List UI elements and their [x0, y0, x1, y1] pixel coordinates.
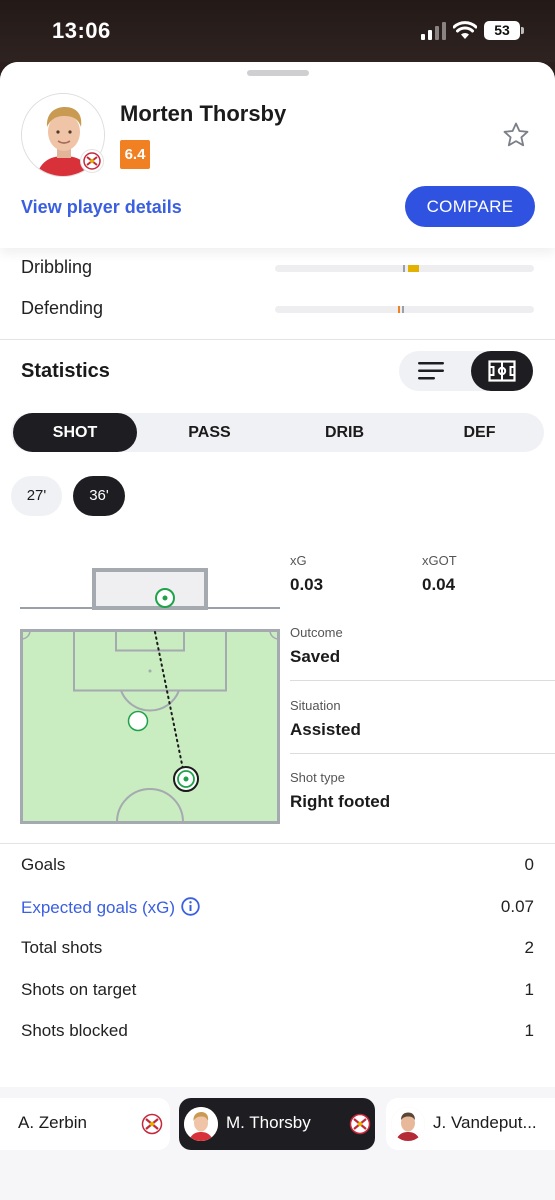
pitch-icon	[488, 360, 516, 382]
player-name: Morten Thorsby	[120, 101, 287, 126]
player-card-vandeputte[interactable]: J. Vandeput...	[386, 1098, 555, 1150]
club-badge-icon	[141, 1113, 163, 1135]
stat-row-goals: Goals 0	[0, 846, 555, 886]
section-divider	[0, 339, 555, 340]
xgot-label: xGOT	[422, 553, 457, 568]
player-card-name: M. Thorsby	[226, 1113, 311, 1132]
selected-shot-marker[interactable]	[173, 766, 199, 792]
stat-row-shots-blocked: Shots blocked 1	[0, 1012, 555, 1052]
situation-label: Situation	[290, 698, 341, 713]
tab-def[interactable]: DEF	[418, 413, 541, 452]
shot-type-block: Shot type Right footed	[290, 770, 390, 812]
player-card-avatar	[184, 1107, 218, 1141]
tab-pass[interactable]: PASS	[148, 413, 271, 452]
club-badge-icon	[349, 1113, 371, 1135]
stat-label: Shots on target	[21, 980, 137, 999]
sheet-grabber[interactable]	[247, 70, 309, 76]
shot-on-goal-marker	[155, 588, 175, 608]
pitch-view-button[interactable]	[471, 351, 533, 391]
attribute-label: Dribbling	[21, 257, 93, 277]
situation-block: Situation Assisted	[290, 698, 361, 740]
status-time: 13:06	[52, 18, 111, 43]
attribute-row-dribbling: Dribbling	[0, 248, 555, 288]
player-header: Morten Thorsby 6.4 View player details C…	[0, 62, 555, 248]
info-icon[interactable]	[181, 897, 200, 916]
info-divider	[290, 753, 555, 754]
shot-map-pitch	[20, 629, 280, 824]
player-rating-badge: 6.4	[120, 140, 150, 169]
stat-value: 1	[524, 980, 534, 999]
stat-row-expected-goals[interactable]: Expected goals (xG) 0.07	[0, 888, 555, 928]
xg-block: xG 0.03	[290, 553, 323, 595]
attribute-bar	[275, 265, 534, 272]
stat-row-shots-on-target: Shots on target 1	[0, 971, 555, 1011]
stat-row-total-shots: Total shots 2	[0, 929, 555, 969]
outcome-value: Saved	[290, 647, 341, 666]
shot-type-label: Shot type	[290, 770, 345, 785]
shot-type-value: Right footed	[290, 792, 391, 811]
stat-label: Goals	[21, 855, 66, 874]
stat-value: 0	[524, 855, 534, 874]
stat-label: Total shots	[21, 938, 103, 957]
player-sheet: Morten Thorsby 6.4 View player details C…	[0, 62, 555, 1200]
xgot-value: 0.04	[422, 575, 456, 594]
view-player-details-link[interactable]: View player details	[21, 197, 182, 218]
situation-value: Assisted	[290, 720, 361, 739]
outcome-label: Outcome	[290, 625, 343, 640]
signal-icon	[421, 22, 446, 40]
list-view-button[interactable]	[399, 351, 463, 391]
player-card-name: A. Zerbin	[18, 1113, 87, 1132]
attribute-compare-mark	[403, 265, 405, 272]
info-divider	[290, 680, 555, 681]
stat-value: 1	[524, 1021, 534, 1040]
attribute-label: Defending	[21, 298, 104, 318]
battery-icon: 53	[484, 21, 524, 40]
stat-label-link[interactable]: Expected goals (xG)	[21, 897, 200, 918]
attribute-player-mark	[398, 306, 400, 313]
player-card-zerbin[interactable]: A. Zerbin	[0, 1098, 170, 1150]
minute-chip-36[interactable]: 36'	[73, 476, 125, 516]
player-card-name: J. Vandeput...	[433, 1113, 537, 1132]
attribute-row-defending: Defending	[0, 289, 555, 329]
player-card-avatar	[391, 1107, 425, 1141]
tab-drib[interactable]: DRIB	[283, 413, 406, 452]
outcome-block: Outcome Saved	[290, 625, 343, 667]
xgot-block: xGOT 0.04	[422, 553, 457, 595]
view-toggle	[399, 351, 533, 391]
attribute-compare-mark	[402, 306, 404, 313]
status-bar: 13:06 53	[0, 0, 555, 62]
statistics-title: Statistics	[21, 360, 110, 382]
tab-shot[interactable]: SHOT	[13, 413, 137, 452]
goal-frame-diagram	[20, 568, 280, 610]
attribute-player-mark	[408, 265, 419, 272]
stat-category-tabs: SHOT PASS DRIB DEF	[11, 413, 544, 452]
compare-button[interactable]: COMPARE	[405, 186, 535, 227]
player-carousel: A. Zerbin M. Thorsby J. Vandeput...	[0, 1087, 555, 1200]
stat-value: 2	[524, 938, 534, 957]
other-shot-marker	[127, 710, 149, 732]
list-icon	[418, 362, 444, 380]
club-badge-icon	[80, 149, 104, 173]
minute-chip-27[interactable]: 27'	[11, 476, 62, 516]
xg-label: xG	[290, 553, 307, 568]
stat-label-text: Expected goals (xG)	[21, 898, 176, 917]
attribute-bar	[275, 306, 534, 313]
section-divider	[0, 843, 555, 844]
stat-value: 0.07	[500, 897, 534, 916]
xg-value: 0.03	[290, 575, 324, 594]
player-card-thorsby[interactable]: M. Thorsby	[179, 1098, 375, 1150]
stat-label: Shots blocked	[21, 1021, 128, 1040]
wifi-icon	[453, 21, 477, 39]
favorite-star-icon[interactable]	[502, 121, 530, 149]
